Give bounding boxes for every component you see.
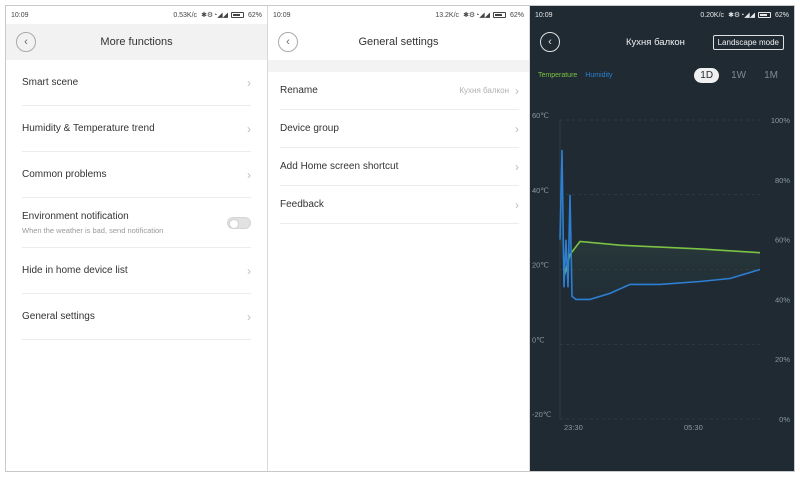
y-right-tick: 100% (771, 116, 791, 125)
list-item-label: General settings (22, 311, 95, 322)
back-button[interactable]: ‹ (540, 32, 560, 52)
legend-humidity: Humidity (585, 72, 613, 79)
list-item-add-shortcut[interactable]: Add Home screen shortcut › (280, 148, 519, 186)
status-bar: 10:09 13.2K/c ✱ ⚙ ◔ ◢ ◢ 62% (268, 6, 529, 24)
network-speed: 13.2K/c (435, 11, 460, 19)
signal-icons: ✱ ⚙ ◔ ◢ ◢ (728, 12, 755, 19)
status-bar: 10:09 0.53K/c ✱ ⚙ ◔ ◢ ◢ 62% (6, 6, 267, 24)
screen-header: ‹ More functions (6, 24, 267, 60)
temperature-area (560, 149, 760, 300)
chart-legend: Temperature Humidity (538, 72, 613, 79)
list-item-label: Humidity & Temperature trend (22, 123, 155, 134)
battery-icon (230, 12, 244, 18)
y-right-tick: 40% (775, 295, 790, 304)
range-1w[interactable]: 1W (725, 68, 752, 83)
range-selector: 1D 1W 1M (694, 68, 784, 83)
notification-toggle[interactable] (227, 216, 251, 229)
screen-header: ‹ Кухня балкон Landscape mode (530, 24, 794, 60)
status-time: 10:09 (535, 11, 553, 19)
signal-icons: ✱ ⚙ ◔ ◢ ◢ (463, 12, 490, 19)
range-1d[interactable]: 1D (694, 68, 720, 83)
section-spacer (268, 60, 529, 72)
chevron-left-icon: ‹ (548, 36, 552, 48)
list-item-feedback[interactable]: Feedback › (280, 186, 519, 224)
list-item-label: Common problems (22, 169, 107, 180)
battery-percent: 62% (509, 11, 524, 19)
list-item-label: Feedback (280, 199, 324, 210)
chevron-right-icon: › (247, 121, 251, 136)
chevron-right-icon: › (515, 159, 519, 174)
network-speed: 0.53K/c (173, 11, 198, 19)
y-left-tick: 60℃ (532, 111, 549, 120)
device-name-value: Кухня балкон (459, 86, 509, 95)
chevron-right-icon: › (247, 75, 251, 90)
screenshot-frame: 10:09 0.53K/c ✱ ⚙ ◔ ◢ ◢ 62% ‹ More funct… (5, 5, 795, 472)
trend-chart-screen: 10:09 0.20K/c ✱ ⚙ ◔ ◢ ◢ 62% ‹ Кухня балк… (530, 6, 794, 471)
signal-icons: ✱ ⚙ ◔ ◢ ◢ (201, 12, 228, 19)
page-title: More functions (100, 36, 173, 48)
list-item-label: Rename (280, 85, 318, 96)
y-right-tick: 20% (775, 355, 790, 364)
chevron-right-icon: › (515, 197, 519, 212)
status-bar: 10:09 0.20K/c ✱ ⚙ ◔ ◢ ◢ 62% (530, 6, 794, 24)
y-right-tick: 80% (775, 176, 790, 185)
trend-chart: 60℃ 40℃ 20℃ 0℃ -20℃ 100% 80% 60% 40% 20% 0% 23:30 05… (532, 111, 791, 432)
x-tick: 23:30 (564, 423, 583, 432)
list-item-hide-in-home[interactable]: Hide in home device list › (22, 248, 251, 294)
list-item-subtitle: When the weather is bad, send notificati… (22, 225, 164, 235)
network-speed: 0.20K/c (700, 11, 725, 19)
list-item-label: Add Home screen shortcut (280, 161, 399, 172)
x-tick: 05:30 (684, 423, 703, 432)
battery-icon (757, 12, 771, 18)
more-functions-screen: 10:09 0.53K/c ✱ ⚙ ◔ ◢ ◢ 62% ‹ More funct… (6, 6, 268, 471)
chevron-right-icon: › (247, 167, 251, 182)
chevron-right-icon: › (515, 83, 519, 98)
battery-percent: 62% (774, 11, 789, 19)
list-item-trend[interactable]: Humidity & Temperature trend › (22, 106, 251, 152)
chevron-right-icon: › (247, 309, 251, 324)
range-1m[interactable]: 1M (758, 68, 784, 83)
y-left-tick: 40℃ (532, 186, 549, 195)
list-item-label: Device group (280, 123, 339, 134)
list-item-label: Smart scene (22, 77, 79, 88)
list-item-general-settings[interactable]: General settings › (22, 294, 251, 340)
list-item-device-group[interactable]: Device group › (280, 110, 519, 148)
back-button[interactable]: ‹ (16, 32, 36, 52)
y-right-tick: 60% (775, 236, 790, 245)
status-time: 10:09 (11, 11, 29, 19)
list-item-smart-scene[interactable]: Smart scene › (22, 60, 251, 106)
battery-icon (492, 12, 506, 18)
battery-percent: 62% (247, 11, 262, 19)
list-item-label: Hide in home device list (22, 265, 128, 276)
list-item-environment-notification: Environment notification When the weathe… (22, 198, 251, 248)
y-right-tick: 0% (779, 415, 790, 424)
list-item-label: Environment notification (22, 210, 129, 222)
landscape-mode-button[interactable]: Landscape mode (712, 35, 784, 50)
chevron-right-icon: › (247, 263, 251, 278)
functions-list: Smart scene › Humidity & Temperature tre… (6, 60, 267, 340)
settings-list: Rename Кухня балкон › Device group › Add… (268, 72, 529, 224)
y-left-tick: 0℃ (532, 335, 545, 344)
chevron-left-icon: ‹ (24, 36, 28, 48)
page-title: Кухня балкон (626, 36, 685, 48)
chevron-right-icon: › (515, 121, 519, 136)
chevron-left-icon: ‹ (286, 36, 290, 48)
legend-temperature: Temperature (538, 72, 578, 79)
list-item-common-problems[interactable]: Common problems › (22, 152, 251, 198)
status-time: 10:09 (273, 11, 291, 19)
general-settings-screen: 10:09 13.2K/c ✱ ⚙ ◔ ◢ ◢ 62% ‹ General se… (268, 6, 530, 471)
y-left-tick: 20℃ (532, 261, 549, 270)
list-item-rename[interactable]: Rename Кухня балкон › (280, 72, 519, 110)
screen-header: ‹ General settings (268, 24, 529, 60)
back-button[interactable]: ‹ (278, 32, 298, 52)
y-left-tick: -20℃ (532, 410, 552, 419)
page-title: General settings (358, 36, 439, 48)
